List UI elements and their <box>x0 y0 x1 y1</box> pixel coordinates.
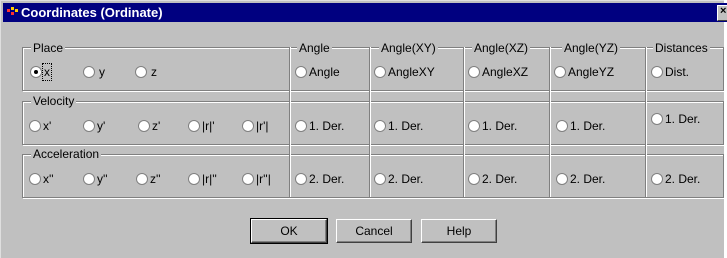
radio-icon <box>29 120 41 132</box>
radio-icon <box>468 120 480 132</box>
app-icon <box>7 7 18 15</box>
radio-label: x <box>42 63 52 81</box>
radio-label: 1. Der. <box>388 119 424 133</box>
radio-label: 1. Der. <box>309 119 345 133</box>
radio-icon <box>651 66 663 78</box>
column-divider <box>369 47 370 197</box>
radio-label: y <box>99 65 105 79</box>
velocity-row-group <box>22 101 724 145</box>
cancel-button[interactable]: Cancel <box>336 219 412 243</box>
radio-icon <box>554 66 566 78</box>
radio-icon <box>651 173 663 185</box>
radio-label: y'' <box>97 172 108 186</box>
column-divider <box>549 47 550 197</box>
radio-icon <box>29 173 41 185</box>
velocity-group-legend: Velocity <box>31 94 77 108</box>
radio-icon <box>374 120 386 132</box>
radio-label: Angle <box>309 65 340 79</box>
radio-label: |r'| <box>256 119 269 133</box>
angle-xz-group-legend: Angle(XZ) <box>472 41 531 55</box>
radio-label: 1. Der. <box>482 119 518 133</box>
angle-xy-group-legend: Angle(XY) <box>379 41 438 55</box>
radio-label: AngleXZ <box>482 65 529 79</box>
radio-label: z' <box>152 119 161 133</box>
radio-icon <box>295 173 307 185</box>
radio-label: z <box>151 65 157 79</box>
radio-label: Dist. <box>665 65 689 79</box>
radio-label: x' <box>43 119 52 133</box>
radio-selected-icon <box>30 66 42 78</box>
radio-label: AngleXY <box>388 65 435 79</box>
radio-label: 2. Der. <box>388 172 424 186</box>
radio-label: 2. Der. <box>482 172 518 186</box>
help-button[interactable]: Help <box>421 219 497 243</box>
radio-icon <box>556 120 568 132</box>
radio-label: |r''| <box>256 172 271 186</box>
place-group-legend: Place <box>31 41 66 55</box>
radio-label: |r|'' <box>202 172 217 186</box>
ok-button[interactable]: OK <box>250 218 328 244</box>
radio-icon <box>295 120 307 132</box>
radio-icon <box>556 173 568 185</box>
radio-icon <box>242 120 254 132</box>
dialog-window: Coordinates (Ordinate) × Place Velocity … <box>0 0 727 258</box>
radio-label: 2. Der. <box>665 172 701 186</box>
distances-group-legend: Distances <box>653 41 710 55</box>
angle-group-legend: Angle <box>297 41 332 55</box>
column-divider <box>645 47 646 197</box>
radio-icon <box>138 120 150 132</box>
radio-icon <box>135 66 147 78</box>
radio-icon <box>83 173 95 185</box>
close-button[interactable]: × <box>717 5 727 21</box>
column-divider <box>463 47 464 197</box>
radio-label: z'' <box>150 172 161 186</box>
acceleration-row-group <box>22 154 724 198</box>
radio-icon <box>374 66 386 78</box>
radio-icon <box>83 66 95 78</box>
window-title: Coordinates (Ordinate) <box>21 5 163 20</box>
radio-label: y' <box>97 119 106 133</box>
radio-icon <box>83 120 95 132</box>
acceleration-group-legend: Acceleration <box>31 147 102 161</box>
radio-icon <box>468 173 480 185</box>
radio-icon <box>468 66 480 78</box>
title-bar[interactable]: Coordinates (Ordinate) × <box>3 3 727 22</box>
radio-label: 2. Der. <box>309 172 345 186</box>
radio-icon <box>188 120 200 132</box>
angle-yz-group-legend: Angle(YZ) <box>562 41 621 55</box>
radio-icon <box>374 173 386 185</box>
radio-icon <box>242 173 254 185</box>
radio-icon <box>651 113 663 125</box>
radio-label: AngleYZ <box>568 65 615 79</box>
column-divider <box>289 47 290 197</box>
radio-icon <box>136 173 148 185</box>
radio-label: |r|' <box>202 119 215 133</box>
radio-icon <box>295 66 307 78</box>
radio-label: 1. Der. <box>570 119 606 133</box>
close-icon: × <box>720 5 727 17</box>
radio-label: x'' <box>43 172 54 186</box>
radio-label: 1. Der. <box>665 112 701 126</box>
radio-label: 2. Der. <box>570 172 606 186</box>
radio-icon <box>188 173 200 185</box>
